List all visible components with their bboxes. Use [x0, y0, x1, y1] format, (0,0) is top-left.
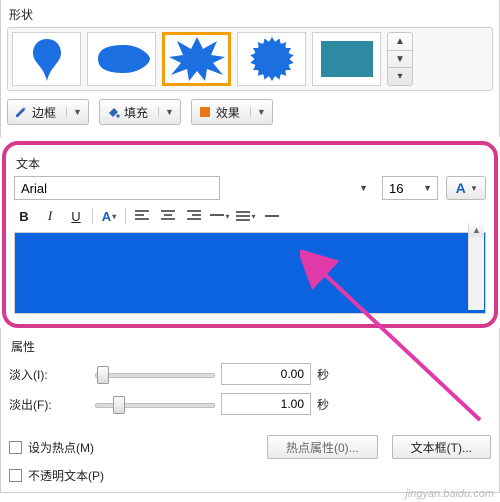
font-color-inline-button[interactable]: A▾ [99, 206, 119, 226]
shape-scroll-down-icon[interactable]: ▼ [388, 50, 412, 68]
effect-icon [198, 105, 212, 119]
font-family-input[interactable] [14, 176, 220, 200]
text-preview-scrollbar[interactable]: ▲ [468, 223, 484, 310]
text-section-label: 文本 [16, 155, 486, 172]
shape-teardrop[interactable] [87, 32, 156, 86]
fade-out-slider[interactable] [95, 394, 215, 414]
underline-button[interactable]: U [66, 206, 86, 226]
separator [125, 208, 126, 224]
hotspot-checkbox[interactable] [9, 441, 22, 454]
seconds-suffix: 秒 [317, 366, 347, 383]
shape-seal[interactable] [237, 32, 306, 86]
fill-button-label: 填充 [124, 104, 148, 121]
shape-scroll-up-icon[interactable]: ▲ [388, 33, 412, 50]
align-left-button[interactable] [132, 206, 152, 226]
fade-in-label: 淡入(I): [9, 366, 89, 383]
hotspot-checkbox-label: 设为热点(M) [28, 439, 94, 456]
shape-scroll-menu-icon[interactable]: ▾ [388, 67, 412, 85]
chevron-down-icon: ▼ [158, 107, 174, 117]
align-right-button[interactable] [184, 206, 204, 226]
vertical-align-button[interactable]: ▾ [236, 206, 256, 226]
fade-in-value[interactable] [221, 363, 311, 385]
shape-strip: ▲ ▼ ▾ [7, 27, 493, 91]
chevron-down-icon: ▼ [66, 107, 82, 117]
seconds-suffix: 秒 [317, 396, 347, 413]
shape-balloon-pin[interactable] [12, 32, 81, 86]
shape-scroll[interactable]: ▲ ▼ ▾ [387, 32, 413, 86]
text-format-toolbar: B I U A▾ ▾ ▾ [14, 206, 486, 226]
separator [92, 208, 93, 224]
align-center-button[interactable] [158, 206, 178, 226]
text-panel: 文本 A ▾ B I U A▾ ▾ ▾ ▲ [2, 141, 498, 328]
pencil-icon [14, 105, 28, 119]
border-button-label: 边框 [32, 104, 56, 121]
opaque-text-checkbox[interactable] [9, 469, 22, 482]
text-preview-area[interactable] [14, 232, 486, 314]
font-color-icon: A [456, 180, 466, 196]
bold-button[interactable]: B [14, 206, 34, 226]
shape-rect[interactable] [312, 32, 381, 86]
effect-button-label: 效果 [216, 104, 240, 121]
scroll-up-icon[interactable]: ▲ [469, 223, 484, 237]
hotspot-properties-button[interactable]: 热点属性(0)... [267, 435, 378, 459]
font-size-input[interactable] [382, 176, 438, 200]
paint-bucket-icon [106, 105, 120, 119]
fade-out-value[interactable] [221, 393, 311, 415]
align-justify-button[interactable]: ▾ [210, 206, 230, 226]
attributes-section-label: 属性 [11, 338, 491, 355]
italic-button[interactable]: I [40, 206, 60, 226]
effect-button[interactable]: 效果 ▼ [191, 99, 273, 125]
fade-out-label: 淡出(F): [9, 396, 89, 413]
opaque-text-checkbox-label: 不透明文本(P) [28, 467, 104, 484]
fade-in-slider[interactable] [95, 364, 215, 384]
chevron-down-icon: ▼ [250, 107, 266, 117]
textbox-button[interactable]: 文本框(T)... [392, 435, 491, 459]
fill-button[interactable]: 填充 ▼ [99, 99, 181, 125]
watermark: jingyan.baidu.com [405, 488, 494, 500]
chevron-down-icon: ▾ [472, 183, 477, 194]
line-spacing-button[interactable] [262, 206, 282, 226]
border-button[interactable]: 边框 ▼ [7, 99, 89, 125]
shapes-section-label: 形状 [9, 6, 493, 23]
shape-burst[interactable] [162, 32, 231, 86]
font-color-button[interactable]: A ▾ [446, 176, 486, 200]
